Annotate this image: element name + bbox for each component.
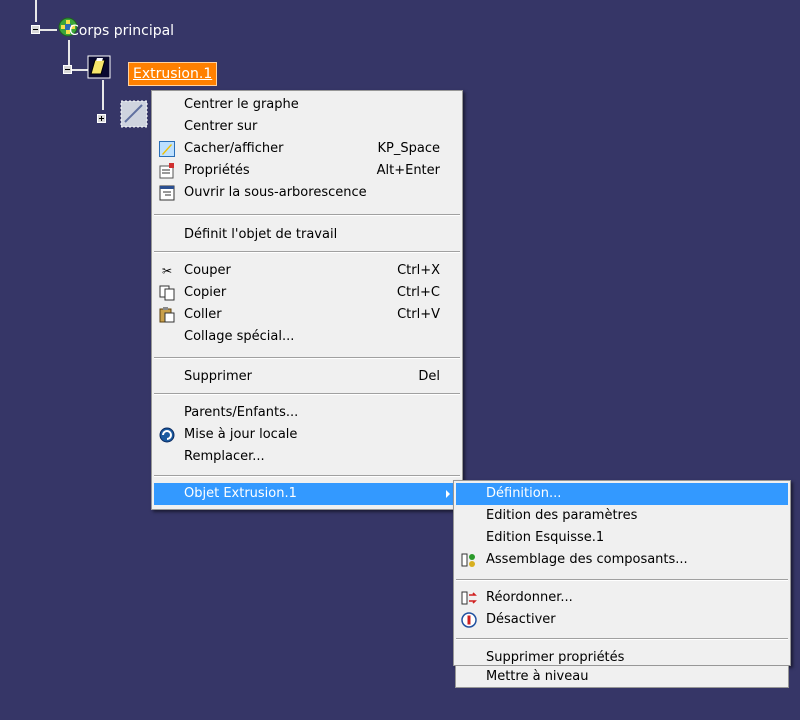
tree-connector <box>68 40 70 66</box>
menu-separator <box>154 393 460 395</box>
open-subtree-icon <box>159 185 175 201</box>
menu-item-paste[interactable]: Coller Ctrl+V <box>154 304 460 326</box>
assemble-icon <box>461 552 477 568</box>
context-menu: Centrer le graphe Centrer sur Cacher/aff… <box>151 90 463 510</box>
menu-separator <box>456 638 788 640</box>
menu-separator <box>154 475 460 477</box>
submenu-item-reorder[interactable]: Réordonner... <box>456 587 788 609</box>
menu-item-delete[interactable]: Supprimer Del <box>154 366 460 388</box>
submenu-item-edit-sketch[interactable]: Edition Esquisse.1 <box>456 527 788 549</box>
submenu-item-upgrade[interactable]: Mettre à niveau <box>455 666 789 688</box>
extrusion-icon <box>87 55 111 79</box>
collapse-expander[interactable] <box>63 65 72 74</box>
tree-node-root-label[interactable]: Corps principal <box>69 23 174 39</box>
tree-connector <box>35 0 37 22</box>
menu-item-copy[interactable]: Copier Ctrl+C <box>154 282 460 304</box>
menu-item-hide-show[interactable]: Cacher/afficher KP_Space <box>154 138 460 160</box>
copy-icon <box>159 285 175 301</box>
collapse-expander[interactable] <box>31 25 40 34</box>
menu-item-cut[interactable]: ✂ Couper Ctrl+X <box>154 260 460 282</box>
sketch-icon <box>120 100 148 128</box>
menu-item-center-graph[interactable]: Centrer le graphe <box>154 94 460 116</box>
paste-icon <box>159 307 175 323</box>
tree-node-extrusion-label[interactable]: Extrusion.1 <box>128 62 218 86</box>
menu-item-center-on[interactable]: Centrer sur <box>154 116 460 138</box>
menu-separator <box>456 579 788 581</box>
submenu-arrow-icon <box>446 490 450 498</box>
tree-connector <box>37 29 57 31</box>
submenu-item-definition[interactable]: Définition... <box>456 483 788 505</box>
menu-item-open-subtree[interactable]: Ouvrir la sous-arborescence <box>154 182 460 204</box>
menu-separator <box>154 214 460 216</box>
properties-icon <box>159 163 175 179</box>
scissors-icon: ✂ <box>161 264 173 278</box>
menu-separator <box>154 251 460 253</box>
menu-separator <box>154 357 460 359</box>
submenu-item-edit-parameters[interactable]: Edition des paramètres <box>456 505 788 527</box>
menu-item-define-work-object[interactable]: Définit l'objet de travail <box>154 224 460 246</box>
menu-item-local-update[interactable]: Mise à jour locale <box>154 424 460 446</box>
menu-item-paste-special[interactable]: Collage spécial... <box>154 326 460 348</box>
tree-connector <box>102 80 104 110</box>
specification-tree-viewport: Corps principal Extrusion.1 Centrer le g… <box>0 0 800 720</box>
expand-expander[interactable] <box>97 114 106 123</box>
submenu-item-assemble-components[interactable]: Assemblage des composants... <box>456 549 788 571</box>
menu-item-object-extrusion[interactable]: Objet Extrusion.1 <box>154 483 460 505</box>
deactivate-icon <box>461 612 477 628</box>
submenu-item-deactivate[interactable]: Désactiver <box>456 609 788 631</box>
menu-item-replace[interactable]: Remplacer... <box>154 446 460 468</box>
reorder-icon <box>461 590 477 606</box>
menu-item-parents-children[interactable]: Parents/Enfants... <box>154 402 460 424</box>
hide-show-icon <box>159 141 175 157</box>
local-update-icon <box>159 427 175 443</box>
menu-item-properties[interactable]: Propriétés Alt+Enter <box>154 160 460 182</box>
object-submenu: Définition... Edition des paramètres Edi… <box>453 480 791 666</box>
